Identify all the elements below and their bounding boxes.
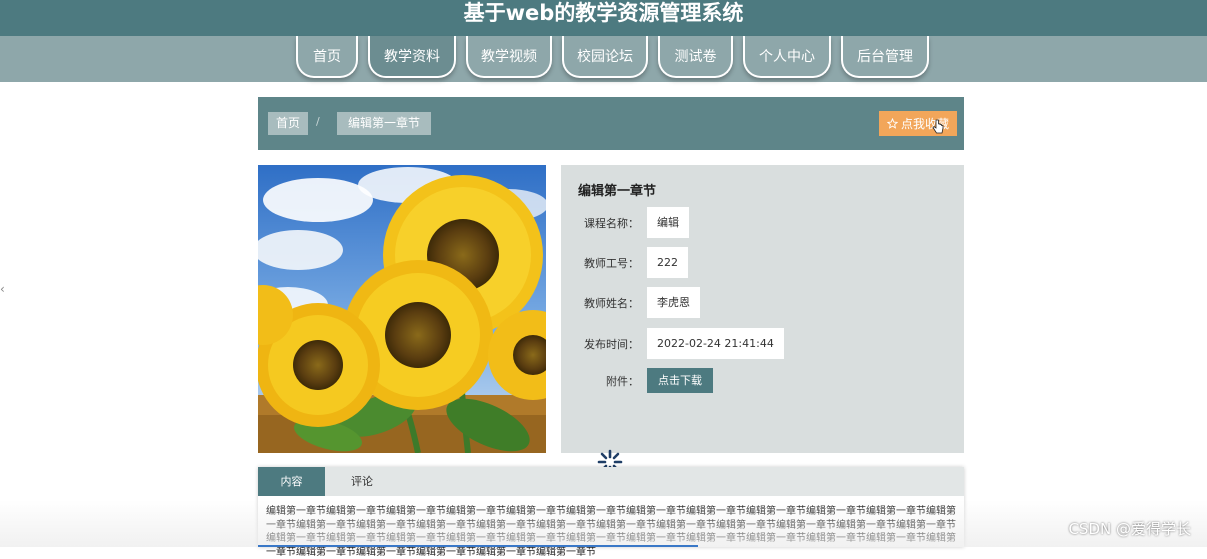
- left-edge-marker: ‹: [0, 282, 5, 296]
- hand-cursor-icon: [932, 119, 944, 134]
- teacher-name-label: 教师姓名：: [584, 296, 639, 310]
- publish-time-value: 2022-02-24 21:41:44: [647, 328, 784, 359]
- watermark: CSDN @爱得学长: [1068, 520, 1191, 538]
- teacher-name-value: 李虎恩: [647, 287, 700, 318]
- nav-item-campus-forum[interactable]: 校园论坛: [562, 36, 648, 78]
- tab-strip: 内容 评论: [258, 467, 964, 496]
- resource-title: 编辑第一章节: [578, 184, 657, 199]
- nav-item-personal-center[interactable]: 个人中心: [743, 36, 831, 78]
- main-nav: 首页 教学资料 教学视频 校园论坛 测试卷 个人中心 后台管理: [0, 36, 1207, 82]
- tab-content[interactable]: 内容: [258, 467, 325, 496]
- teacher-id-value: 222: [647, 247, 688, 278]
- breadcrumb-current: 编辑第一章节: [337, 112, 432, 135]
- star-outline-icon: [886, 118, 898, 129]
- row-attachment: 附件： 点击下载: [561, 368, 713, 393]
- content-body: 编辑第一章节编辑第一章节编辑第一章节编辑第一章节编辑第一章节编辑第一章节编辑第一…: [266, 506, 956, 558]
- breadcrumb-home[interactable]: 首页: [268, 112, 309, 135]
- nav-item-admin[interactable]: 后台管理: [841, 36, 929, 78]
- favorite-button[interactable]: 点我收藏: [879, 111, 957, 136]
- course-name-label: 课程名称：: [584, 216, 639, 230]
- row-teacher-name: 教师姓名： 李虎恩: [561, 287, 700, 318]
- breadcrumb: 首页 / 编辑第一章节 点我收藏: [258, 97, 964, 150]
- sunflower-image: [258, 165, 546, 453]
- site-title: 基于web的教学资源管理系统: [0, 0, 1207, 36]
- nav-items: 首页 教学资料 教学视频 校园论坛 测试卷 个人中心 后台管理: [296, 36, 929, 82]
- row-course-name: 课程名称： 编辑: [561, 207, 689, 238]
- download-button[interactable]: 点击下载: [647, 368, 713, 393]
- teacher-id-label: 教师工号：: [584, 256, 639, 270]
- breadcrumb-separator: /: [316, 115, 320, 128]
- nav-item-test-paper[interactable]: 测试卷: [658, 36, 733, 78]
- publish-time-label: 发布时间：: [584, 337, 639, 351]
- course-cover-image: [258, 165, 546, 453]
- row-teacher-id: 教师工号： 222: [561, 247, 688, 278]
- row-publish-time: 发布时间： 2022-02-24 21:41:44: [561, 328, 784, 359]
- attachment-label: 附件：: [606, 374, 639, 388]
- nav-item-teaching-videos[interactable]: 教学视频: [466, 36, 552, 78]
- nav-item-home[interactable]: 首页: [296, 36, 358, 78]
- course-name-value: 编辑: [647, 207, 689, 238]
- nav-item-teaching-materials[interactable]: 教学资料: [368, 36, 456, 78]
- tab-comments[interactable]: 评论: [333, 467, 391, 496]
- resource-detail-panel: 编辑第一章节 课程名称： 编辑 教师工号： 222 教师姓名： 李虎恩 发布时间…: [561, 165, 964, 453]
- content-tabs-section: 内容 评论 编辑第一章节编辑第一章节编辑第一章节编辑第一章节编辑第一章节编辑第一…: [258, 467, 964, 558]
